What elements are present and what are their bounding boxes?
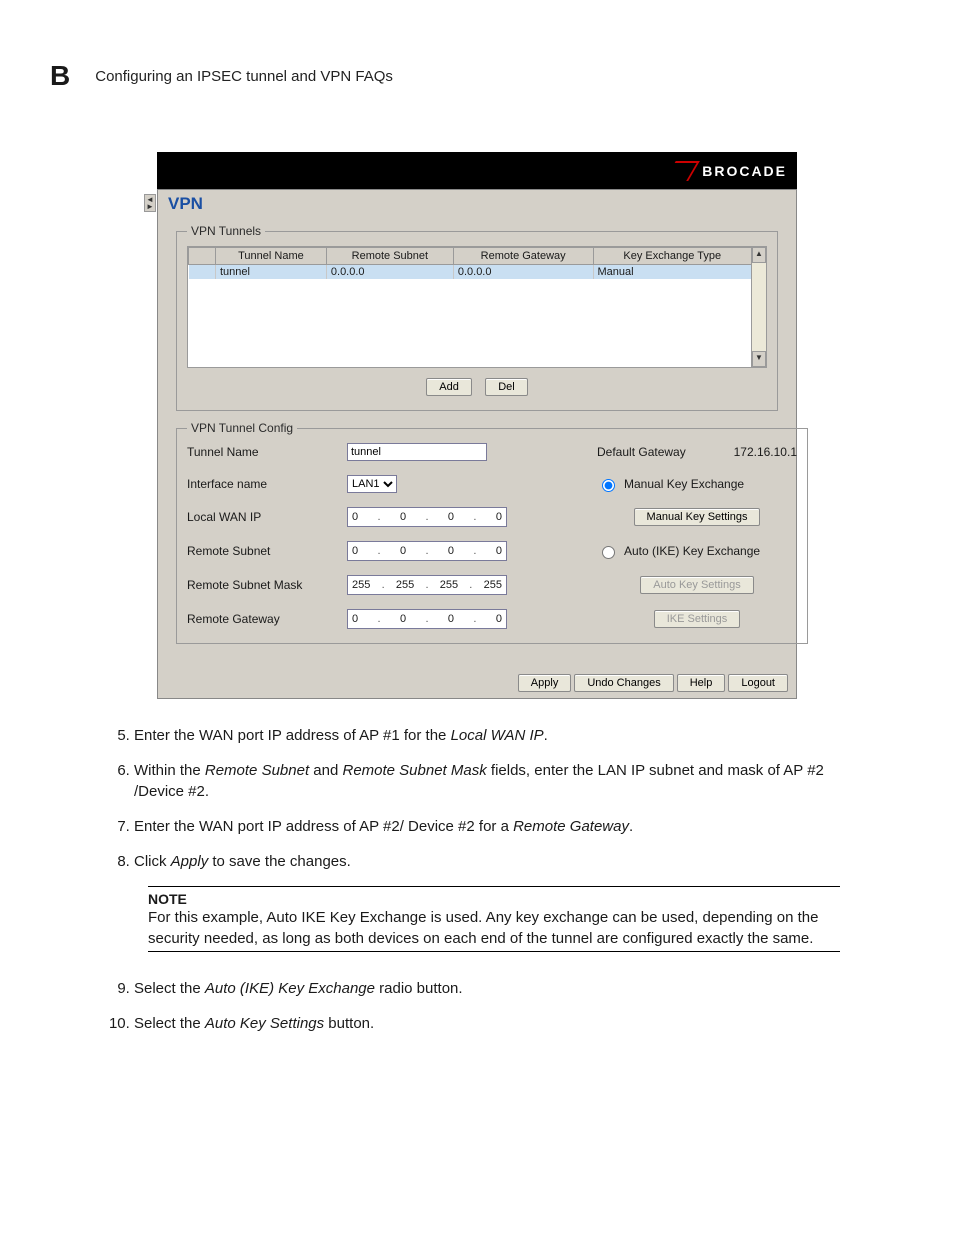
del-button[interactable]: Del [485,378,528,396]
page-title: Configuring an IPSEC tunnel and VPN FAQs [95,68,393,85]
note-body: For this example, Auto IKE Key Exchange … [148,907,840,949]
col-remote-subnet[interactable]: Remote Subnet [326,248,453,265]
step-9: Select the Auto (IKE) Key Exchange radio… [134,978,840,999]
logout-button[interactable]: Logout [728,674,788,692]
vpn-tunnels-fieldset: VPN Tunnels Tunnel Name Remote Subnet Re… [176,224,778,411]
panel-title: VPN [158,190,796,220]
tunnels-table: Tunnel Name Remote Subnet Remote Gateway… [188,247,752,279]
app-body: ◄► VPN VPN Tunnels Tunnel Name Remote Su… [157,189,797,699]
label-manual-key: Manual Key Exchange [624,477,744,491]
instructions-list-2: Select the Auto (IKE) Key Exchange radio… [114,978,840,1034]
label-remote-subnet-mask: Remote Subnet Mask [187,578,347,592]
cell-key: Manual [593,265,752,280]
ike-settings-button[interactable]: IKE Settings [654,610,741,628]
step-5: Enter the WAN port IP address of AP #1 f… [134,725,840,746]
manual-key-settings-button[interactable]: Manual Key Settings [634,508,761,526]
manual-key-radio[interactable] [602,479,615,492]
footer-buttons: Apply Undo Changes Help Logout [158,668,796,698]
label-auto-ike: Auto (IKE) Key Exchange [624,544,760,558]
label-local-wan-ip: Local WAN IP [187,510,347,524]
vpn-screenshot: BROCADE ◄► VPN VPN Tunnels Tunnel Name R… [157,152,797,699]
col-tunnel-name[interactable]: Tunnel Name [216,248,327,265]
scroll-down-icon[interactable]: ▼ [752,351,766,367]
table-scrollbar[interactable]: ▲ ▼ [751,247,766,367]
panel-collapse-handle[interactable]: ◄► [144,194,156,212]
local-wan-ip-input[interactable]: 0. 0. 0. 0 [347,507,507,527]
brocade-bar: BROCADE [157,153,797,189]
appendix-letter: B [50,60,70,92]
note-block: NOTE For this example, Auto IKE Key Exch… [148,886,840,952]
step-10: Select the Auto Key Settings button. [134,1013,840,1034]
label-remote-subnet: Remote Subnet [187,544,347,558]
remote-gateway-input[interactable]: 0. 0. 0. 0 [347,609,507,629]
tunnel-name-input[interactable] [347,443,487,461]
remote-subnet-input[interactable]: 0. 0. 0. 0 [347,541,507,561]
step-8: Click Apply to save the changes. [134,851,840,872]
cell-gateway: 0.0.0.0 [453,265,593,280]
step-6: Within the Remote Subnet and Remote Subn… [134,760,840,802]
add-button[interactable]: Add [426,378,472,396]
table-row[interactable]: tunnel 0.0.0.0 0.0.0.0 Manual [189,265,752,280]
cell-name: tunnel [216,265,327,280]
page-header: B Configuring an IPSEC tunnel and VPN FA… [50,60,904,92]
step-7: Enter the WAN port IP address of AP #2/ … [134,816,840,837]
scroll-up-icon[interactable]: ▲ [752,247,766,263]
interface-select[interactable]: LAN1 [347,475,397,493]
undo-changes-button[interactable]: Undo Changes [574,674,673,692]
vpn-config-legend: VPN Tunnel Config [187,421,297,435]
apply-button[interactable]: Apply [518,674,572,692]
col-key-exchange[interactable]: Key Exchange Type [593,248,752,265]
label-tunnel-name: Tunnel Name [187,445,347,459]
label-default-gateway: Default Gateway [597,445,686,459]
vpn-tunnels-legend: VPN Tunnels [187,224,265,238]
auto-ike-radio[interactable] [602,546,615,559]
help-button[interactable]: Help [677,674,726,692]
brocade-logo-icon [664,161,700,181]
note-heading: NOTE [148,891,840,907]
col-remote-gateway[interactable]: Remote Gateway [453,248,593,265]
tunnels-table-wrap: Tunnel Name Remote Subnet Remote Gateway… [187,246,767,368]
col-blank[interactable] [189,248,216,265]
instructions-list: Enter the WAN port IP address of AP #1 f… [114,725,840,872]
label-remote-gateway: Remote Gateway [187,612,347,626]
vpn-config-fieldset: VPN Tunnel Config Tunnel Name Default Ga… [176,421,808,644]
label-interface-name: Interface name [187,477,347,491]
remote-subnet-mask-input[interactable]: 255. 255. 255. 255 [347,575,507,595]
value-default-gateway: 172.16.10.1 [734,445,797,459]
auto-key-settings-button[interactable]: Auto Key Settings [640,576,753,594]
cell-subnet: 0.0.0.0 [326,265,453,280]
brand-name: BROCADE [702,163,787,179]
